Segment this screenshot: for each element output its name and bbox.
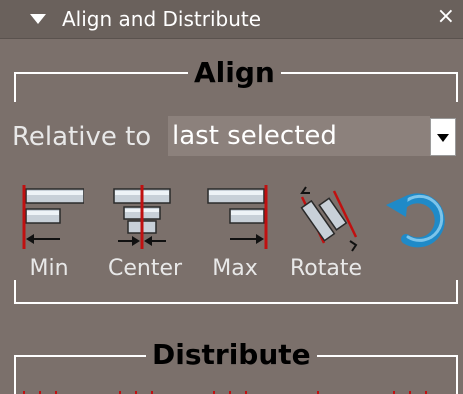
align-max-button[interactable]: Max xyxy=(200,183,270,283)
panel-title: Align and Distribute xyxy=(62,7,262,31)
rotate-align-icon xyxy=(300,186,358,252)
align-min-button[interactable]: Min xyxy=(14,183,84,283)
align-min-label: Min xyxy=(29,256,69,281)
align-center-icon xyxy=(113,185,171,249)
undo-rotate-button[interactable] xyxy=(382,183,452,283)
relative-to-label: Relative to xyxy=(12,122,152,152)
align-center-label: Center xyxy=(108,256,183,281)
align-max-label: Max xyxy=(212,256,258,281)
chevron-down-icon xyxy=(437,134,449,142)
distribute-icon[interactable] xyxy=(392,384,428,394)
align-heading: Align xyxy=(188,56,281,90)
rotate-label: Rotate xyxy=(290,256,363,281)
close-icon[interactable]: × xyxy=(437,4,455,30)
distribute-icon[interactable] xyxy=(118,384,154,394)
distribute-icon[interactable] xyxy=(22,384,58,394)
align-min-icon xyxy=(22,185,84,249)
align-max-icon xyxy=(207,185,268,249)
distribute-icon[interactable] xyxy=(212,384,248,394)
align-group-frame-bottom xyxy=(14,280,458,304)
relative-to-select[interactable]: last selected xyxy=(168,116,430,156)
dropdown-button[interactable] xyxy=(430,118,456,156)
undo-rotate-icon xyxy=(386,193,445,248)
distribute-heading: Distribute xyxy=(146,338,317,372)
panel-titlebar[interactable]: Align and Distribute × xyxy=(0,0,463,39)
distribute-icon[interactable] xyxy=(300,384,336,394)
rotate-align-button[interactable]: Rotate xyxy=(290,183,363,283)
align-center-button[interactable]: Center xyxy=(108,183,183,283)
collapse-triangle-icon[interactable] xyxy=(30,14,46,24)
align-distribute-panel: Align and Distribute × Align Relative to… xyxy=(0,0,463,394)
